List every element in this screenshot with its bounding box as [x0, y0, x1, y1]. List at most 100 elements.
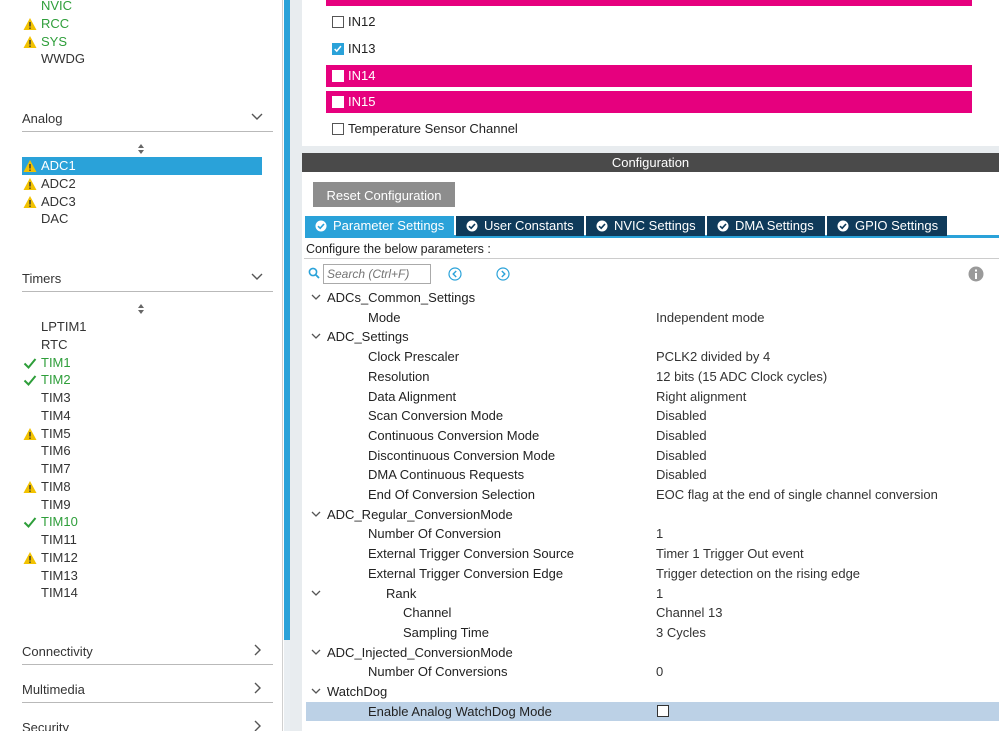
parameter-row[interactable]: DMA Continuous Requests Disabled: [306, 465, 999, 484]
analog-section-header[interactable]: Analog: [22, 108, 273, 132]
reset-configuration-button[interactable]: Reset Configuration: [313, 182, 455, 207]
sidebar-item-sys[interactable]: SYS: [22, 33, 262, 51]
parameter-value[interactable]: Right alignment: [656, 387, 746, 406]
configuration-panel: Reset Configuration Parameter Settings Us…: [302, 172, 999, 731]
channel-row-in13[interactable]: IN13: [326, 38, 972, 60]
sidebar-item-tim12[interactable]: TIM12: [22, 549, 262, 567]
chevron-down-icon[interactable]: [311, 292, 321, 302]
channel-checkbox[interactable]: [332, 16, 344, 28]
tab-user-constants[interactable]: User Constants: [456, 216, 584, 236]
chevron-down-icon[interactable]: [311, 509, 321, 519]
parameter-value[interactable]: Disabled: [656, 406, 707, 425]
parameter-row[interactable]: Enable Analog WatchDog Mode: [306, 701, 999, 721]
chevron-down-icon[interactable]: [311, 686, 321, 696]
parameter-row[interactable]: Continuous Conversion Mode Disabled: [306, 426, 999, 445]
sort-icon[interactable]: [136, 303, 146, 315]
parameter-row[interactable]: External Trigger Conversion Edge Trigger …: [306, 564, 999, 583]
parameter-group-row[interactable]: ADC_Injected_ConversionMode: [306, 643, 999, 662]
parameter-value[interactable]: 12 bits (15 ADC Clock cycles): [656, 367, 827, 386]
chevron-down-icon[interactable]: [311, 331, 321, 341]
sidebar-item-wwdg[interactable]: WWDG: [22, 50, 262, 68]
parameter-name: Channel: [403, 605, 452, 621]
parameter-value[interactable]: 1: [656, 524, 663, 543]
parameter-value[interactable]: 1: [656, 584, 663, 603]
watchdog-checkbox[interactable]: [657, 704, 669, 717]
parameter-row[interactable]: Sampling Time 3 Cycles: [306, 623, 999, 642]
next-match-icon[interactable]: [496, 267, 510, 281]
parameter-value[interactable]: PCLK2 divided by 4: [656, 347, 770, 366]
parameter-row[interactable]: Clock Prescaler PCLK2 divided by 4: [306, 347, 999, 366]
previous-match-icon[interactable]: [448, 267, 462, 281]
parameter-value[interactable]: Disabled: [656, 465, 707, 484]
sidebar-item-tim5[interactable]: TIM5: [22, 425, 262, 443]
parameter-row[interactable]: External Trigger Conversion Source Timer …: [306, 544, 999, 563]
parameter-value[interactable]: 3 Cycles: [656, 623, 706, 642]
sidebar-item-tim11[interactable]: TIM11: [22, 531, 262, 549]
security-section-header[interactable]: Security: [22, 717, 273, 731]
channel-row-temperature-sensor-channel[interactable]: Temperature Sensor Channel: [326, 118, 972, 140]
parameter-value[interactable]: Channel 13: [656, 603, 723, 622]
parameter-row[interactable]: Number Of Conversion 1: [306, 524, 999, 543]
sidebar-item-dac[interactable]: DAC: [22, 210, 262, 228]
parameter-group-row[interactable]: Rank 1: [306, 584, 999, 603]
parameter-row[interactable]: Data Alignment Right alignment: [306, 387, 999, 406]
parameter-row[interactable]: Channel Channel 13: [306, 603, 999, 622]
tab-dma-settings[interactable]: DMA Settings: [707, 216, 825, 236]
channel-checkbox[interactable]: [332, 123, 344, 135]
parameter-group-row[interactable]: ADC_Regular_ConversionMode: [306, 505, 999, 524]
parameter-row[interactable]: Mode Independent mode: [306, 308, 999, 327]
channel-checkbox[interactable]: [332, 96, 344, 109]
parameter-value[interactable]: Trigger detection on the rising edge: [656, 564, 860, 583]
sidebar-item-rcc[interactable]: RCC: [22, 15, 262, 33]
warning-icon: [23, 35, 37, 48]
parameter-value[interactable]: 0: [656, 662, 663, 681]
parameter-row[interactable]: Scan Conversion Mode Disabled: [306, 406, 999, 425]
chevron-down-icon[interactable]: [311, 588, 321, 598]
parameter-group-row[interactable]: ADC_Settings: [306, 327, 999, 346]
sidebar-item-tim14[interactable]: TIM14: [22, 584, 262, 602]
sidebar-item-nvic[interactable]: NVIC: [22, 0, 262, 15]
sidebar-item-adc3[interactable]: ADC3: [22, 193, 262, 211]
sidebar-item-adc2[interactable]: ADC2: [22, 175, 262, 193]
channel-checkbox[interactable]: [332, 42, 344, 55]
info-icon[interactable]: [968, 266, 984, 282]
tab-parameter-settings[interactable]: Parameter Settings: [305, 216, 454, 236]
sidebar-item-tim8[interactable]: TIM8: [22, 478, 262, 496]
search-input[interactable]: [323, 264, 431, 284]
parameter-row[interactable]: End Of Conversion Selection EOC flag at t…: [306, 485, 999, 504]
sidebar-item-tim3[interactable]: TIM3: [22, 389, 262, 407]
channel-row-in14[interactable]: IN14: [326, 64, 972, 87]
sidebar-item-lptim1[interactable]: LPTIM1: [22, 318, 262, 336]
sidebar-item-tim9[interactable]: TIM9: [22, 496, 262, 514]
sidebar-item-tim2[interactable]: TIM2: [22, 371, 262, 389]
parameter-value[interactable]: Disabled: [656, 446, 707, 465]
connectivity-section-header[interactable]: Connectivity: [22, 641, 273, 665]
parameter-group-row[interactable]: WatchDog: [306, 682, 999, 701]
sidebar-item-tim13[interactable]: TIM13: [22, 567, 262, 585]
channel-row-in12[interactable]: IN12: [326, 11, 972, 33]
parameter-value[interactable]: Independent mode: [656, 308, 764, 327]
parameter-value[interactable]: Disabled: [656, 426, 707, 445]
timers-section-header[interactable]: Timers: [22, 268, 273, 292]
sidebar-item-tim10[interactable]: TIM10: [22, 513, 262, 531]
parameter-group-row[interactable]: ADCs_Common_Settings: [306, 288, 999, 307]
multimedia-section-header[interactable]: Multimedia: [22, 679, 273, 703]
sort-icon[interactable]: [136, 143, 146, 155]
tab-nvic-settings[interactable]: NVIC Settings: [586, 216, 705, 236]
parameter-row[interactable]: Discontinuous Conversion Mode Disabled: [306, 446, 999, 465]
channel-row-in15[interactable]: IN15: [326, 91, 972, 114]
sidebar-item-tim6[interactable]: TIM6: [22, 442, 262, 460]
sidebar-item-tim7[interactable]: TIM7: [22, 460, 262, 478]
parameter-row[interactable]: Resolution 12 bits (15 ADC Clock cycles): [306, 367, 999, 386]
parameter-value[interactable]: EOC flag at the end of single channel co…: [656, 485, 938, 504]
tab-gpio-settings[interactable]: GPIO Settings: [827, 216, 947, 236]
sidebar-item-adc1[interactable]: ADC1: [22, 157, 262, 175]
sidebar-item-rtc[interactable]: RTC: [22, 336, 262, 354]
parameter-value[interactable]: Timer 1 Trigger Out event: [656, 544, 804, 563]
channel-checkbox[interactable]: [332, 69, 344, 82]
sidebar-item-tim1[interactable]: TIM1: [22, 354, 262, 372]
parameter-name: Rank: [386, 585, 417, 601]
chevron-down-icon[interactable]: [311, 647, 321, 657]
parameter-row[interactable]: Number Of Conversions 0: [306, 662, 999, 681]
sidebar-item-tim4[interactable]: TIM4: [22, 407, 262, 425]
